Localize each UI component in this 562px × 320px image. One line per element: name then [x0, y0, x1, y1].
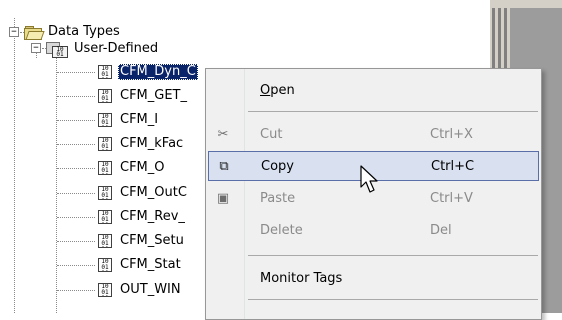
scissors-icon: ✂: [217, 126, 229, 142]
menu-item-shortcut: Del: [430, 222, 452, 238]
tree-item-label: CFM_GET_: [120, 88, 187, 103]
data-type-icon: 100110: [98, 283, 112, 297]
tree-item-label: CFM_Stat: [120, 257, 181, 272]
tree-item-label: CFM_kFac: [120, 136, 184, 151]
mouse-pointer-icon: [360, 165, 378, 193]
tree-item-label: CFM_OutC: [120, 185, 187, 200]
user-defined-folder-icon: 10 01: [46, 41, 68, 58]
menu-separator: [248, 255, 538, 256]
tree-node-user-defined[interactable]: 10 01 User-Defined: [46, 40, 160, 58]
data-type-icon: 100110: [98, 258, 112, 272]
tree-item-label: OUT_WIN: [120, 282, 181, 297]
tree-node-label: User-Defined: [74, 41, 159, 56]
menu-item-open[interactable]: Open: [208, 75, 539, 105]
tree-guide-line: [57, 217, 95, 218]
tree-guide-line: [57, 193, 95, 194]
tree-guide-line: [57, 168, 95, 169]
menu-separator: [248, 299, 538, 300]
tree-guide-line: [57, 120, 95, 121]
menu-item-shortcut: Ctrl+C: [431, 158, 475, 174]
menu-item-monitor-tags[interactable]: Monitor Tags: [208, 263, 539, 293]
paste-icon: ▣: [216, 190, 230, 206]
tree-node-data-types[interactable]: Data Types: [24, 23, 122, 41]
tree-item-label: CFM_I: [120, 112, 159, 127]
tree-item-udt[interactable]: 100110 CFM_kFac: [98, 135, 185, 153]
tree-guide-line: [57, 290, 95, 291]
data-type-icon: 100110: [98, 113, 112, 127]
menu-separator: [248, 111, 538, 112]
menu-item-cut[interactable]: ✂ Cut Ctrl+X: [208, 119, 539, 149]
tree-item-udt[interactable]: 100110 OUT_WIN: [98, 281, 183, 299]
tree-guide-line: [57, 96, 95, 97]
data-type-icon: 100110: [98, 65, 112, 79]
menu-item-label: Open: [260, 82, 295, 98]
data-type-icon: 100110: [98, 137, 112, 151]
tree-item-udt[interactable]: 100110 CFM_O: [98, 159, 167, 177]
tree-item-udt[interactable]: 100110 CFM_Dyn_C: [98, 63, 198, 81]
tree-item-udt[interactable]: 100110 CFM_Setu: [98, 232, 186, 250]
tree-item-label: CFM_Rev_: [120, 209, 185, 224]
tree-item-udt[interactable]: 100110 CFM_GET_: [98, 87, 189, 105]
data-type-icon: 100110: [98, 89, 112, 103]
open-folder-icon: [24, 25, 45, 40]
menu-item-shortcut: Ctrl+V: [430, 190, 473, 206]
menu-item-label: Cut: [260, 126, 283, 142]
tree-guide-line: [14, 18, 15, 313]
tree-node-label: Data Types: [48, 24, 120, 39]
tree-guide-line: [57, 72, 95, 73]
tree-guide-line: [57, 241, 95, 242]
tree-item-udt[interactable]: 100110 CFM_I: [98, 111, 160, 129]
menu-item-label: Copy: [261, 158, 294, 174]
tree-item-label: CFM_Setu: [120, 233, 184, 248]
menu-item-label: Delete: [260, 222, 303, 238]
tree-guide-line: [57, 144, 95, 145]
tree-item-label: CFM_O: [120, 160, 165, 175]
collapse-toggle-user-defined[interactable]: −: [31, 43, 41, 53]
menu-item-shortcut: Ctrl+X: [430, 126, 473, 142]
menu-item-delete[interactable]: Delete Del: [208, 215, 539, 245]
data-type-icon: 100110: [98, 186, 112, 200]
tree-item-label: CFM_Dyn_C: [118, 64, 198, 80]
data-type-icon: 100110: [98, 210, 112, 224]
menu-item-label: Paste: [260, 190, 296, 206]
copy-icon: ⧉: [219, 158, 229, 174]
tree-guide-line: [57, 265, 95, 266]
data-type-icon: 100110: [98, 161, 112, 175]
menu-item-label: Monitor Tags: [260, 270, 343, 286]
tree-item-udt[interactable]: 100110 CFM_Stat: [98, 256, 183, 274]
tree-item-udt[interactable]: 100110 CFM_Rev_: [98, 208, 187, 226]
data-type-icon: 100110: [98, 234, 112, 248]
collapse-toggle-data-types[interactable]: −: [9, 27, 19, 37]
tree-item-udt[interactable]: 100110 CFM_OutC: [98, 184, 189, 202]
